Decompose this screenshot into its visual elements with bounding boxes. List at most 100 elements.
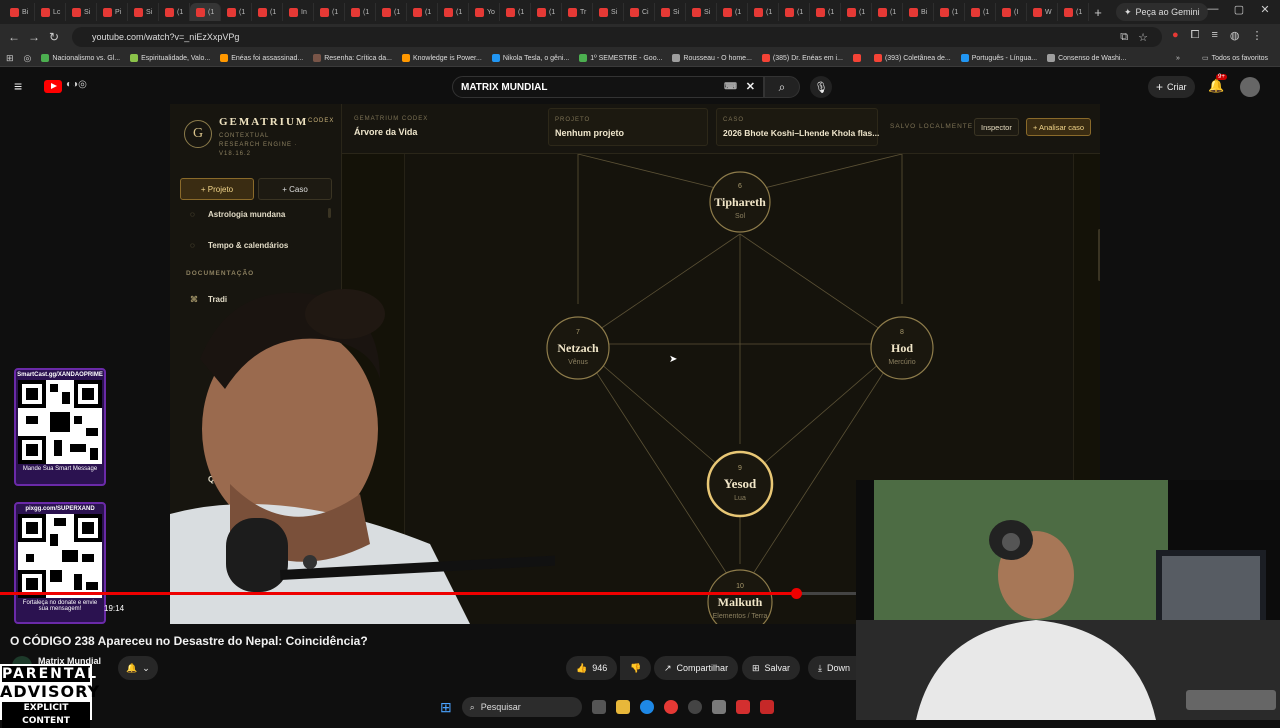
app-streamlabs-icon[interactable]	[759, 700, 774, 714]
windows-start-icon[interactable]: ⊞	[440, 699, 452, 716]
keyboard-icon[interactable]: ⌨	[724, 81, 737, 92]
dislike-button[interactable]: 👎	[620, 656, 652, 680]
bookmark-item[interactable]: (393) Coletânea de...	[873, 54, 951, 62]
browser-tab[interactable]: Yo	[469, 3, 500, 21]
sephira-node-yesod[interactable]: 9 Yesod Lua	[706, 450, 774, 518]
forward-icon[interactable]: →	[24, 30, 44, 44]
sidebar-item-astrologia[interactable]: ◌ Astrologia mundana	[190, 210, 285, 219]
gemini-button[interactable]: ✦ Peça ao Gemini	[1116, 3, 1208, 21]
browser-tab[interactable]: (1	[872, 3, 903, 21]
new-project-button[interactable]: + Projeto	[180, 178, 254, 200]
bookmark-item[interactable]: Enéas foi assassinad...	[220, 54, 303, 62]
create-button[interactable]: + Criar	[1148, 76, 1195, 98]
task-view-icon[interactable]	[591, 700, 606, 714]
bookmark-item[interactable]	[852, 54, 864, 62]
browser-tab[interactable]: W	[1027, 3, 1058, 21]
sidebar-item-tempo[interactable]: ◌ Tempo & calendários	[190, 241, 288, 250]
browser-tab[interactable]: Pi	[97, 3, 128, 21]
browser-tab[interactable]: (1	[841, 3, 872, 21]
browser-tab[interactable]: Si	[66, 3, 97, 21]
youtube-logo-icon[interactable]	[44, 80, 62, 93]
sephira-node-tiphareth[interactable]: 6 Tiphareth Sol	[709, 171, 771, 233]
extensions-puzzle-icon[interactable]: ⧠	[1191, 29, 1200, 42]
bookmark-item[interactable]: Espiritualidade, Valo...	[130, 54, 210, 62]
browser-tab[interactable]: Ci	[624, 3, 655, 21]
browser-tab[interactable]: (1	[1058, 3, 1089, 21]
browser-tab[interactable]: (1	[221, 3, 252, 21]
bookmark-item[interactable]: Consenso de Washi...	[1047, 54, 1126, 62]
taskbar-search[interactable]: ⌕ Pesquisar	[461, 697, 582, 717]
notifications-bell-icon[interactable]: 🔔	[1208, 78, 1224, 94]
new-tab-icon[interactable]: +	[1089, 3, 1107, 21]
file-explorer-icon[interactable]	[615, 700, 630, 714]
globe-icon[interactable]: ◎	[24, 53, 32, 64]
sephira-node-malkuth[interactable]: 10 Malkuth Elementos / Terra	[707, 569, 773, 624]
account-avatar[interactable]	[1240, 77, 1260, 97]
browser-tab[interactable]: Tr	[562, 3, 593, 21]
analyze-case-button[interactable]: + Analisar caso	[1026, 118, 1092, 136]
browser-tab[interactable]: (1	[500, 3, 531, 21]
bookmark-item[interactable]: 1º SEMESTRE - Goo...	[579, 54, 662, 62]
browser-tab[interactable]: Lc	[35, 3, 66, 21]
video-progress-bar[interactable]	[0, 588, 856, 599]
more-vert-icon[interactable]: ⋮	[1252, 29, 1263, 42]
bookmark-item[interactable]: Knowledge is Power...	[401, 54, 482, 62]
browser-tab[interactable]: Si	[593, 3, 624, 21]
sephira-node-hod[interactable]: 8 Hod Mercúrio	[870, 316, 934, 380]
browser-tab[interactable]: (1	[779, 3, 810, 21]
search-input[interactable]: MATRIX MUNDIAL ⌨ ✕	[452, 76, 764, 98]
hamburger-menu-icon[interactable]: ≡	[14, 78, 22, 94]
project-selector[interactable]: PROJETO Nenhum projeto	[548, 108, 708, 146]
edge-icon[interactable]	[639, 700, 654, 714]
all-bookmarks-link[interactable]: ▭ Todos os favoritos	[1202, 54, 1268, 63]
new-case-button[interactable]: + Caso	[258, 178, 332, 200]
profile-avatar[interactable]: ◍	[1230, 29, 1240, 42]
browser-tab[interactable]: (1	[407, 3, 438, 21]
bookmark-item[interactable]: Resenha: Crítica da...	[313, 54, 392, 62]
voice-search-button[interactable]: 🎙	[810, 76, 832, 98]
browser-tab[interactable]: (1	[717, 3, 748, 21]
back-icon[interactable]: ←	[4, 30, 24, 44]
bookmark-item[interactable]: (385) Dr. Enéas em i...	[761, 54, 843, 62]
like-button[interactable]: 👍 946	[566, 656, 618, 680]
bookmark-item[interactable]: Nacionalismo vs. Gl...	[41, 54, 120, 62]
cast-icon[interactable]: ⧉	[1120, 31, 1128, 44]
minimize-icon[interactable]: —	[1200, 3, 1226, 15]
subscribe-notifications-button[interactable]: 🔔 ⌄	[118, 656, 158, 680]
sephira-node-netzach[interactable]: 7 Netzach Vênus	[546, 316, 610, 380]
share-button[interactable]: ↗ Compartilhar	[654, 656, 739, 680]
inspector-button[interactable]: Inspector	[974, 118, 1019, 136]
browser-tab[interactable]: (1	[190, 3, 221, 21]
browser-tab[interactable]: Bi	[903, 3, 934, 21]
close-window-icon[interactable]: ✕	[1252, 3, 1278, 16]
save-button[interactable]: ⊞ Salvar	[742, 656, 801, 680]
video-progress-knob[interactable]	[791, 588, 803, 599]
browser-tab[interactable]: (1	[748, 3, 779, 21]
browser-tab[interactable]: Si	[128, 3, 159, 21]
obs-icon[interactable]	[687, 700, 702, 714]
browser-tab[interactable]: In	[283, 3, 314, 21]
browser-tab[interactable]: (1	[810, 3, 841, 21]
browser-tab[interactable]: Bi	[4, 3, 35, 21]
chrome-icon[interactable]	[663, 700, 678, 714]
browser-tab[interactable]: (1	[345, 3, 376, 21]
sidebar-scrollbar[interactable]	[328, 208, 331, 218]
download-button[interactable]: ⤓ Down	[808, 656, 856, 680]
canvas-scrollbar[interactable]	[1098, 229, 1100, 281]
browser-tab[interactable]: (1	[314, 3, 345, 21]
chevron-right-icon[interactable]: »	[1176, 55, 1180, 62]
maximize-icon[interactable]: ▢	[1226, 3, 1252, 16]
menu-lines-icon[interactable]: ≡	[1211, 29, 1217, 42]
browser-tab[interactable]: Si	[655, 3, 686, 21]
bookmark-item[interactable]: Português - Língua...	[960, 54, 1037, 62]
bookmark-item[interactable]: Nikola Tesla, o gêni...	[491, 54, 569, 62]
bookmark-item[interactable]: Rousseau - O home...	[672, 54, 752, 62]
case-selector[interactable]: CASO 2026 Bhote Koshi–Lhende Khola flas.…	[716, 108, 879, 146]
bookmark-star-icon[interactable]: ☆	[1138, 31, 1148, 44]
settings-gear-icon[interactable]	[711, 700, 726, 714]
browser-tab[interactable]: (1	[934, 3, 965, 21]
extension-icon[interactable]: ●	[1172, 29, 1179, 42]
browser-tab[interactable]: (1	[531, 3, 562, 21]
browser-tab[interactable]: (I	[996, 3, 1027, 21]
apps-grid-icon[interactable]: ⊞	[6, 53, 14, 64]
